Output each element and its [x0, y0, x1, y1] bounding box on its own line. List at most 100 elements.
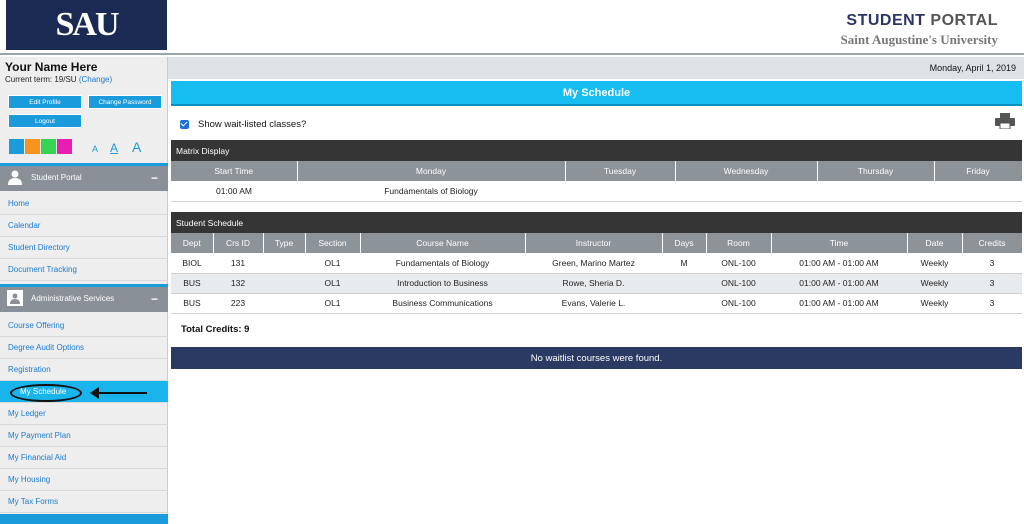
theme-swatch-orange[interactable] — [25, 139, 40, 154]
table-row: BIOL 131 OL1 Fundamentals of Biology Gre… — [171, 253, 1022, 274]
cell: OL1 — [305, 293, 360, 314]
col-date: Date — [907, 233, 963, 253]
sidebar-item-degree-audit[interactable]: Degree Audit Options — [0, 337, 168, 359]
cell: 01:00 AM — [171, 181, 297, 202]
printer-icon[interactable] — [995, 113, 1015, 130]
student-schedule-header: Student Schedule — [171, 212, 1022, 233]
col-dept: Dept — [171, 233, 214, 253]
change-password-button[interactable]: Change Password — [88, 95, 162, 109]
collapse-icon[interactable]: − — [151, 171, 158, 185]
cell: 3 — [962, 273, 1022, 294]
col-monday: Monday — [297, 161, 566, 181]
schedule-table: Dept Crs ID Type Section Course Name Ins… — [171, 233, 1023, 314]
sidebar-item-registration[interactable]: Registration — [0, 359, 168, 381]
sidebar-item-course-offering[interactable]: Course Offering — [0, 315, 168, 337]
sidebar-item-my-ledger[interactable]: My Ledger — [0, 403, 168, 425]
sidebar-item-my-tax-forms[interactable]: My Tax Forms — [0, 491, 168, 513]
sidebar-footer-bar — [0, 514, 168, 524]
theme-swatch-blue[interactable] — [9, 139, 24, 154]
sidebar-item-calendar[interactable]: Calendar — [0, 215, 168, 237]
cell: Business Communications — [360, 293, 525, 314]
theme-swatch-pink[interactable] — [57, 139, 72, 154]
waitlist-toggle[interactable]: Show wait-listed classes? — [180, 119, 306, 130]
university-name: Saint Augustine's University — [840, 32, 998, 47]
col-thursday: Thursday — [817, 161, 935, 181]
col-days: Days — [662, 233, 707, 253]
cell: BUS — [171, 293, 213, 314]
no-waitlist-message: No waitlist courses were found. — [171, 347, 1022, 369]
cell: BUS — [171, 273, 213, 294]
cell: 132 — [213, 273, 263, 294]
section-title: Student Portal — [31, 172, 82, 182]
cell — [662, 273, 706, 294]
logout-button[interactable]: Logout — [8, 114, 82, 128]
table-row: BUS 223 OL1 Business Communications Evan… — [171, 293, 1022, 314]
pointer-arrow — [90, 387, 147, 399]
section-administrative-services[interactable]: Administrative Services − — [0, 284, 168, 312]
change-term-link[interactable]: (Change) — [79, 75, 112, 84]
font-size-large[interactable]: A — [132, 139, 141, 155]
cell: Weekly — [907, 253, 962, 274]
highlight-circle — [10, 384, 82, 402]
sidebar-item-my-housing[interactable]: My Housing — [0, 469, 168, 491]
sidebar-item-student-directory[interactable]: Student Directory — [0, 237, 168, 259]
cell: 3 — [962, 293, 1022, 314]
cell: Weekly — [907, 273, 962, 294]
current-date: Monday, April 1, 2019 — [929, 63, 1016, 73]
sidebar-item-document-tracking[interactable]: Document Tracking — [0, 259, 168, 281]
user-name: Your Name Here — [5, 60, 98, 74]
theme-swatch-green[interactable] — [41, 139, 56, 154]
term-label: Current term: 19/SU — [5, 75, 77, 84]
cell: M — [662, 253, 706, 274]
sau-logo[interactable]: SAU — [6, 0, 167, 50]
collapse-icon[interactable]: − — [151, 292, 158, 306]
cell: 01:00 AM - 01:00 AM — [771, 293, 907, 314]
table-row: BUS 132 OL1 Introduction to Business Row… — [171, 273, 1022, 294]
col-section: Section — [305, 233, 361, 253]
cell — [817, 181, 934, 202]
sidebar-item-my-payment-plan[interactable]: My Payment Plan — [0, 425, 168, 447]
col-time: Time — [771, 233, 908, 253]
cell: ONL-100 — [706, 293, 771, 314]
cell: 3 — [962, 253, 1022, 274]
section-student-portal[interactable]: Student Portal − — [0, 163, 168, 191]
admin-icon — [7, 290, 23, 306]
waitlist-checkbox[interactable] — [180, 120, 189, 129]
col-wednesday: Wednesday — [675, 161, 818, 181]
cell: OL1 — [305, 273, 360, 294]
sidebar-item-my-financial-aid[interactable]: My Financial Aid — [0, 447, 168, 469]
cell — [934, 181, 1022, 202]
cell: Weekly — [907, 293, 962, 314]
col-room: Room — [706, 233, 772, 253]
portal-word1: STUDENT — [846, 12, 926, 29]
cell: Green, Marino Martez — [525, 253, 662, 274]
cell — [662, 293, 706, 314]
portal-title: STUDENT PORTAL Saint Augustine's Univers… — [841, 12, 998, 48]
font-size-small[interactable]: A — [92, 144, 98, 154]
waitlist-label: Show wait-listed classes? — [198, 119, 307, 130]
edit-profile-button[interactable]: Edit Profile — [8, 95, 82, 109]
font-size-medium[interactable]: A — [110, 141, 118, 155]
cell: Introduction to Business — [360, 273, 525, 294]
col-type: Type — [263, 233, 306, 253]
cell: Fundamentals of Biology — [360, 253, 525, 274]
cell — [263, 273, 305, 294]
col-start-time: Start Time — [171, 161, 298, 181]
col-crs-id: Crs ID — [213, 233, 264, 253]
sidebar: Your Name Here Current term: 19/SU (Chan… — [0, 57, 168, 524]
matrix-display-header: Matrix Display — [171, 140, 1022, 161]
user-icon — [7, 169, 23, 185]
sidebar-item-home[interactable]: Home — [0, 193, 168, 215]
table-row: 01:00 AM Fundamentals of Biology — [171, 181, 1022, 202]
cell: ONL-100 — [706, 253, 771, 274]
col-credits: Credits — [962, 233, 1023, 253]
cell — [263, 293, 305, 314]
cell — [263, 253, 305, 274]
section-title: Administrative Services — [31, 293, 115, 303]
current-term: Current term: 19/SU (Change) — [5, 75, 112, 84]
date-bar: Monday, April 1, 2019 — [168, 57, 1024, 79]
cell: 223 — [213, 293, 263, 314]
cell: 01:00 AM - 01:00 AM — [771, 253, 907, 274]
cell: Evans, Valerie L. — [525, 293, 662, 314]
total-credits: Total Credits: 9 — [181, 324, 250, 335]
